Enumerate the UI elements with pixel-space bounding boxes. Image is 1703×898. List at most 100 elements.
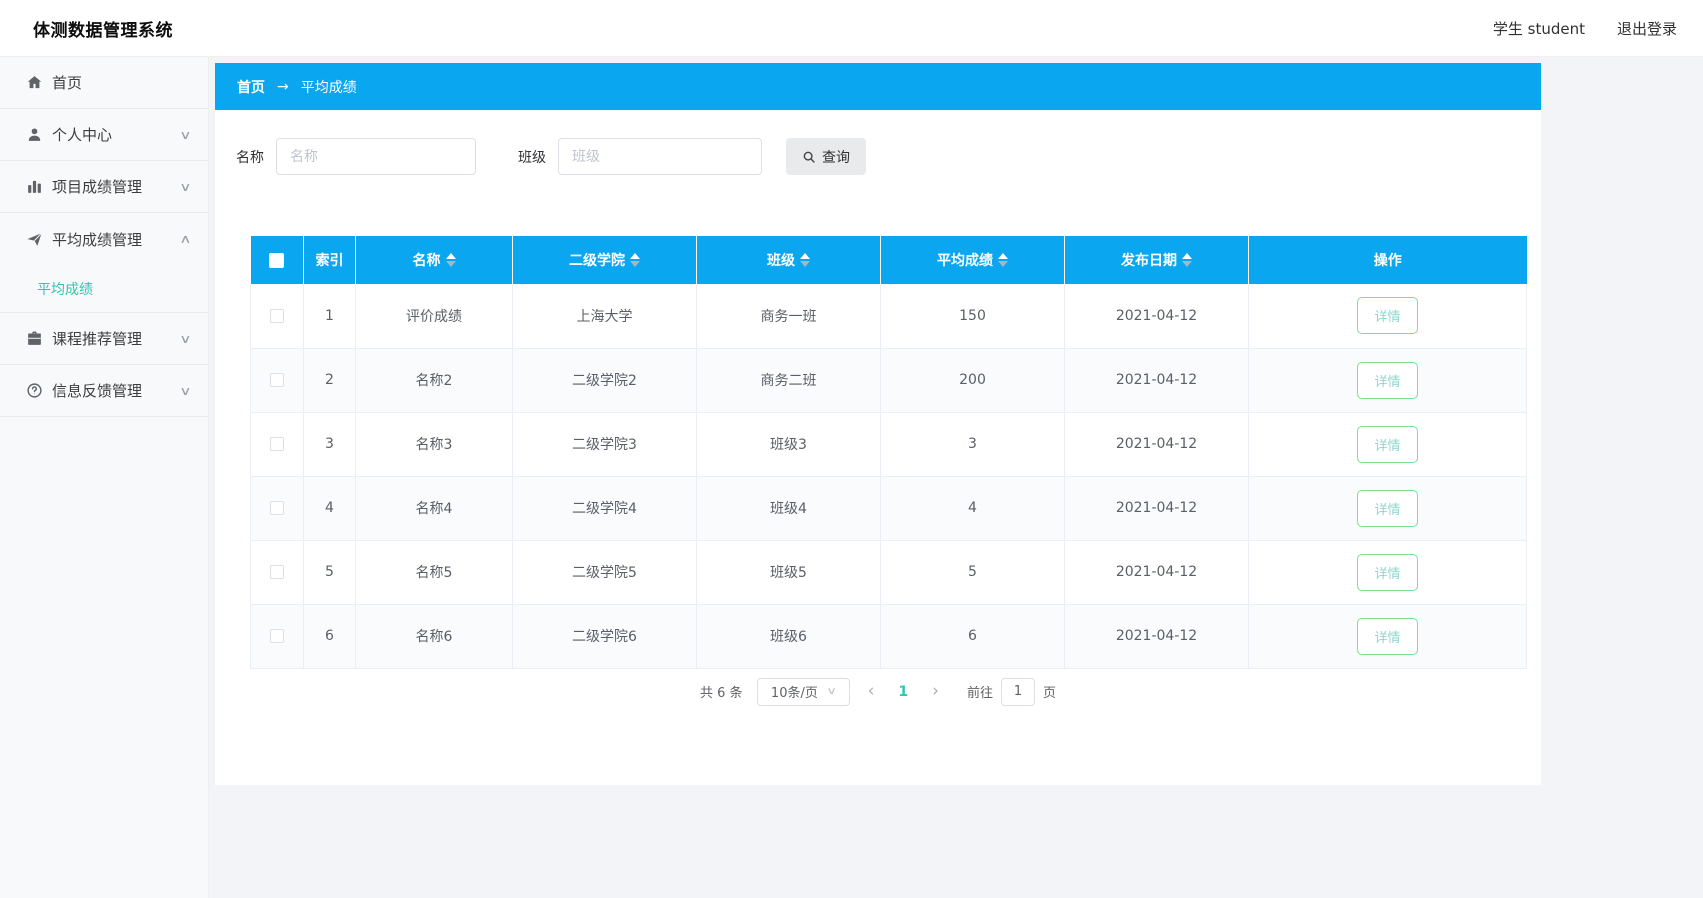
sidebar-item-label: 个人中心 xyxy=(52,126,113,144)
cell-score: 6 xyxy=(880,604,1065,669)
user-icon xyxy=(25,126,43,144)
column-header-college[interactable]: 二级学院 xyxy=(512,236,697,284)
column-header-index[interactable]: 索引 xyxy=(303,236,356,284)
prev-page-button[interactable]: ‹ xyxy=(864,683,879,700)
sidebar-subitem-label: 平均成绩 xyxy=(37,281,93,298)
cell-name: 名称3 xyxy=(355,412,513,477)
chevron-down-icon: ∨ xyxy=(826,686,838,697)
cell-index: 3 xyxy=(303,412,356,477)
goto-page-input[interactable] xyxy=(1000,677,1035,706)
cell-date: 2021-04-12 xyxy=(1064,604,1249,669)
class-filter-input[interactable] xyxy=(558,138,762,175)
logout-link[interactable]: 退出登录 xyxy=(1617,18,1677,39)
sidebar-item-home[interactable]: 首页 xyxy=(0,57,208,109)
chevron-down-icon: ∨ xyxy=(179,179,192,194)
sidebar-item-label: 平均成绩管理 xyxy=(52,230,143,249)
briefcase-icon xyxy=(25,330,43,348)
column-header-name[interactable]: 名称 xyxy=(355,236,513,284)
name-filter-label: 名称 xyxy=(236,149,264,166)
detail-button[interactable]: 详情 xyxy=(1357,617,1418,655)
cell-index: 2 xyxy=(303,348,356,413)
chevron-down-icon: ∨ xyxy=(179,383,192,398)
sidebar-item-label: 课程推荐管理 xyxy=(52,330,143,348)
cell-index: 5 xyxy=(303,540,356,605)
sort-carets-icon[interactable] xyxy=(1182,253,1192,267)
next-page-button[interactable]: › xyxy=(928,683,943,700)
search-icon xyxy=(802,150,816,164)
sidebar-subitem-average-score[interactable]: 平均成绩 xyxy=(0,265,208,313)
current-page-number[interactable]: 1 xyxy=(892,684,914,700)
cell-date: 2021-04-12 xyxy=(1064,540,1249,605)
row-checkbox[interactable] xyxy=(270,501,284,515)
main-area: 首页 → 平均成绩 名称 班级 查询 xyxy=(209,57,1703,898)
row-checkbox[interactable] xyxy=(270,437,284,451)
column-header-score[interactable]: 平均成绩 xyxy=(880,236,1065,284)
breadcrumb-current: 平均成绩 xyxy=(300,79,357,96)
question-circle-icon xyxy=(25,382,43,400)
table-row: 2 名称2 二级学院2 商务二班 200 2021-04-12 详情 xyxy=(250,348,1527,413)
class-filter-label: 班级 xyxy=(518,149,546,166)
search-button[interactable]: 查询 xyxy=(786,138,866,175)
cell-college: 二级学院3 xyxy=(512,412,697,477)
sidebar-item-label: 首页 xyxy=(52,74,83,92)
topbar: 体测数据管理系统 学生 student 退出登录 xyxy=(0,0,1703,57)
row-checkbox-cell xyxy=(250,284,304,349)
column-header-class[interactable]: 班级 xyxy=(696,236,881,284)
sidebar-item-average-score-group[interactable]: 平均成绩管理 ∧ xyxy=(0,213,208,265)
table-row: 6 名称6 二级学院6 班级6 6 2021-04-12 详情 xyxy=(250,604,1527,669)
sidebar-item-label: 项目成绩管理 xyxy=(52,178,143,196)
filter-bar: 名称 班级 查询 xyxy=(215,110,1541,175)
table-row: 5 名称5 二级学院5 班级5 5 2021-04-12 详情 xyxy=(250,540,1527,605)
table-row: 4 名称4 二级学院4 班级4 4 2021-04-12 详情 xyxy=(250,476,1527,541)
column-header-actions: 操作 xyxy=(1248,236,1527,284)
row-checkbox-cell xyxy=(250,412,304,477)
row-checkbox[interactable] xyxy=(270,629,284,643)
sidebar: 首页 个人中心 ∨ 项目成绩管理 ∨ 平均成绩管理 ∧ 平均成绩 课程推荐管理 … xyxy=(0,57,209,898)
column-header-date[interactable]: 发布日期 xyxy=(1064,236,1249,284)
app-title: 体测数据管理系统 xyxy=(33,20,173,41)
detail-button[interactable]: 详情 xyxy=(1357,297,1418,335)
breadcrumb-arrow-icon: → xyxy=(277,78,289,95)
send-icon xyxy=(25,230,43,248)
cell-college: 二级学院4 xyxy=(512,476,697,541)
sidebar-item-project-score[interactable]: 项目成绩管理 ∨ xyxy=(0,161,208,213)
detail-button[interactable]: 详情 xyxy=(1357,425,1418,463)
sort-carets-icon[interactable] xyxy=(800,253,810,267)
total-count-label: 共 6 条 xyxy=(700,686,743,701)
cell-score: 200 xyxy=(880,348,1065,413)
row-checkbox[interactable] xyxy=(270,308,284,323)
sort-carets-icon[interactable] xyxy=(445,253,456,267)
sidebar-item-personal-center[interactable]: 个人中心 ∨ xyxy=(0,109,208,161)
row-checkbox-cell xyxy=(250,476,304,541)
select-all-checkbox[interactable] xyxy=(269,252,285,268)
sidebar-item-feedback[interactable]: 信息反馈管理 ∨ xyxy=(0,365,208,417)
home-icon xyxy=(25,74,43,92)
cell-class: 班级3 xyxy=(696,412,881,477)
page-unit-label: 页 xyxy=(1042,686,1056,701)
row-checkbox[interactable] xyxy=(270,373,284,387)
bar-chart-icon xyxy=(25,178,43,196)
cell-college: 二级学院2 xyxy=(512,348,697,413)
sort-carets-icon[interactable] xyxy=(630,253,640,267)
cell-score: 5 xyxy=(880,540,1065,605)
row-checkbox[interactable] xyxy=(270,565,284,579)
cell-score: 3 xyxy=(880,412,1065,477)
detail-button[interactable]: 详情 xyxy=(1357,361,1418,399)
page-size-select[interactable]: 10条/页 ∨ xyxy=(756,677,850,706)
cell-class: 班级5 xyxy=(696,540,881,605)
chevron-down-icon: ∨ xyxy=(179,127,192,142)
goto-label: 前往 xyxy=(966,686,993,701)
chevron-down-icon: ∨ xyxy=(179,331,192,346)
sort-carets-icon[interactable] xyxy=(998,253,1008,267)
cell-name: 名称2 xyxy=(355,348,513,413)
cell-index: 6 xyxy=(303,604,356,669)
detail-button[interactable]: 详情 xyxy=(1357,489,1418,527)
cell-index: 4 xyxy=(303,476,356,541)
sidebar-item-course-recommend[interactable]: 课程推荐管理 ∨ xyxy=(0,313,208,365)
table-header-row: 索引 名称 二级学院 班级 平均成绩 发布日期 操作 xyxy=(250,236,1527,284)
name-filter-input[interactable] xyxy=(276,138,476,175)
detail-button[interactable]: 详情 xyxy=(1357,553,1418,591)
breadcrumb-home[interactable]: 首页 xyxy=(237,77,265,97)
row-checkbox-cell xyxy=(250,348,304,413)
chevron-up-icon: ∧ xyxy=(179,232,192,246)
